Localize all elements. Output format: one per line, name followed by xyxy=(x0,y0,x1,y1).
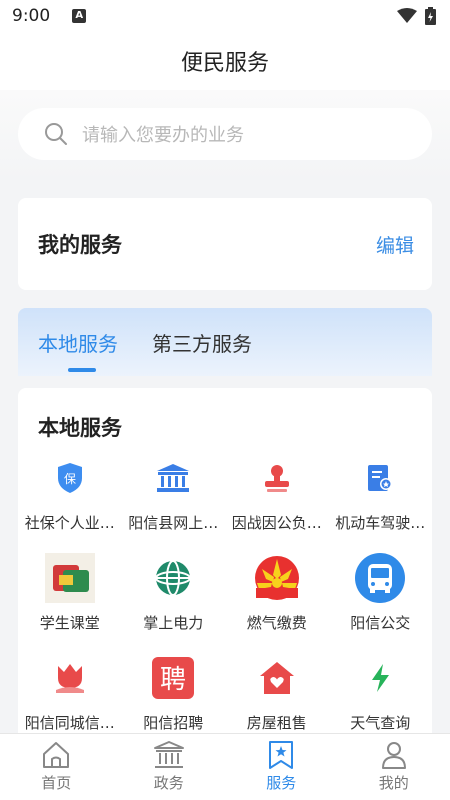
tulip-icon xyxy=(44,652,96,704)
house-heart-icon xyxy=(251,652,303,704)
service-label: 燃气缴费 xyxy=(246,614,307,632)
service-label: 阳信公交 xyxy=(350,614,411,632)
my-services-card: 我的服务 编辑 xyxy=(18,198,432,290)
service-student-classroom[interactable]: 学生课堂 xyxy=(18,550,122,650)
service-bus[interactable]: 阳信公交 xyxy=(329,550,433,650)
service-county-online[interactable]: 阳信县网上… xyxy=(122,450,226,550)
battery-icon xyxy=(425,7,436,25)
search-area: 请输入您要办的业务 xyxy=(0,90,450,180)
nav-item-profile[interactable]: 我的 xyxy=(338,734,450,800)
tab-third-party-services[interactable]: 第三方服务 xyxy=(152,308,252,376)
svg-text:聘: 聘 xyxy=(160,665,186,695)
service-label: 掌上电力 xyxy=(143,614,204,632)
petrochina-logo-icon xyxy=(251,552,303,604)
nav-item-home[interactable]: 首页 xyxy=(0,734,113,800)
my-services-title: 我的服务 xyxy=(38,233,122,257)
nav-label: 政务 xyxy=(153,774,184,792)
service-label: 学生课堂 xyxy=(39,614,100,632)
recruit-pin-character-icon: 聘 xyxy=(147,652,199,704)
service-power[interactable]: 掌上电力 xyxy=(122,550,226,650)
service-bookmark-icon xyxy=(269,741,294,769)
status-time: 9:00 xyxy=(12,6,51,26)
search-placeholder: 请输入您要办的业务 xyxy=(82,125,244,146)
social-insurance-shield-icon: 保 xyxy=(44,452,96,504)
wifi-icon xyxy=(397,8,417,23)
lightning-bolt-icon xyxy=(354,652,406,704)
tab-label: 第三方服务 xyxy=(152,332,252,356)
active-tab-indicator xyxy=(68,368,96,372)
official-seal-icon xyxy=(251,452,303,504)
driver-license-document-icon xyxy=(354,452,406,504)
service-label: 因战因公负… xyxy=(231,514,322,532)
services-grid: 保 社保个人业… 阳信县网上… 因战因公负… 机动车驾驶… 学生课堂 掌上电力 … xyxy=(18,450,432,750)
local-services-title: 本地服务 xyxy=(38,416,122,440)
tab-local-services[interactable]: 本地服务 xyxy=(38,308,118,376)
service-label: 机动车驾驶… xyxy=(335,514,426,532)
nav-label: 服务 xyxy=(266,774,297,792)
edit-button[interactable]: 编辑 xyxy=(376,231,414,258)
search-icon xyxy=(45,123,67,145)
bottom-nav: 首页 政务 服务 我的 xyxy=(0,733,450,800)
service-label: 社保个人业… xyxy=(24,514,115,532)
bus-icon xyxy=(354,552,406,604)
nav-item-government[interactable]: 政务 xyxy=(113,734,226,800)
nav-item-services[interactable]: 服务 xyxy=(225,734,338,800)
notification-a-icon: A xyxy=(72,9,87,23)
profile-icon xyxy=(381,742,406,769)
service-social-insurance[interactable]: 保 社保个人业… xyxy=(18,450,122,550)
service-label: 房屋租售 xyxy=(246,714,307,732)
service-label: 天气查询 xyxy=(350,714,411,732)
local-services-card: 本地服务 保 社保个人业… 阳信县网上… 因战因公负… 机动车驾驶… 学生课堂 … xyxy=(18,388,432,733)
home-icon xyxy=(43,742,70,768)
nav-label: 我的 xyxy=(378,774,409,792)
service-war-injury[interactable]: 因战因公负… xyxy=(225,450,329,550)
status-bar: 9:00 A xyxy=(0,0,450,32)
service-tabs: 本地服务 第三方服务 xyxy=(18,308,432,376)
service-label: 阳信招聘 xyxy=(143,714,204,732)
nav-label: 首页 xyxy=(41,774,72,792)
service-label: 阳信同城信… xyxy=(24,714,115,732)
page-header: 便民服务 xyxy=(0,32,450,90)
search-input[interactable]: 请输入您要办的业务 xyxy=(18,108,432,160)
service-driver-license[interactable]: 机动车驾驶… xyxy=(329,450,433,550)
state-grid-logo-icon xyxy=(147,552,199,604)
service-gas-payment[interactable]: 燃气缴费 xyxy=(225,550,329,650)
government-building-icon xyxy=(147,452,199,504)
service-label: 阳信县网上… xyxy=(128,514,219,532)
page-title: 便民服务 xyxy=(180,51,269,76)
tab-label: 本地服务 xyxy=(38,332,118,356)
student-classroom-icon xyxy=(44,552,96,604)
government-icon xyxy=(153,741,184,768)
svg-text:保: 保 xyxy=(64,472,76,486)
